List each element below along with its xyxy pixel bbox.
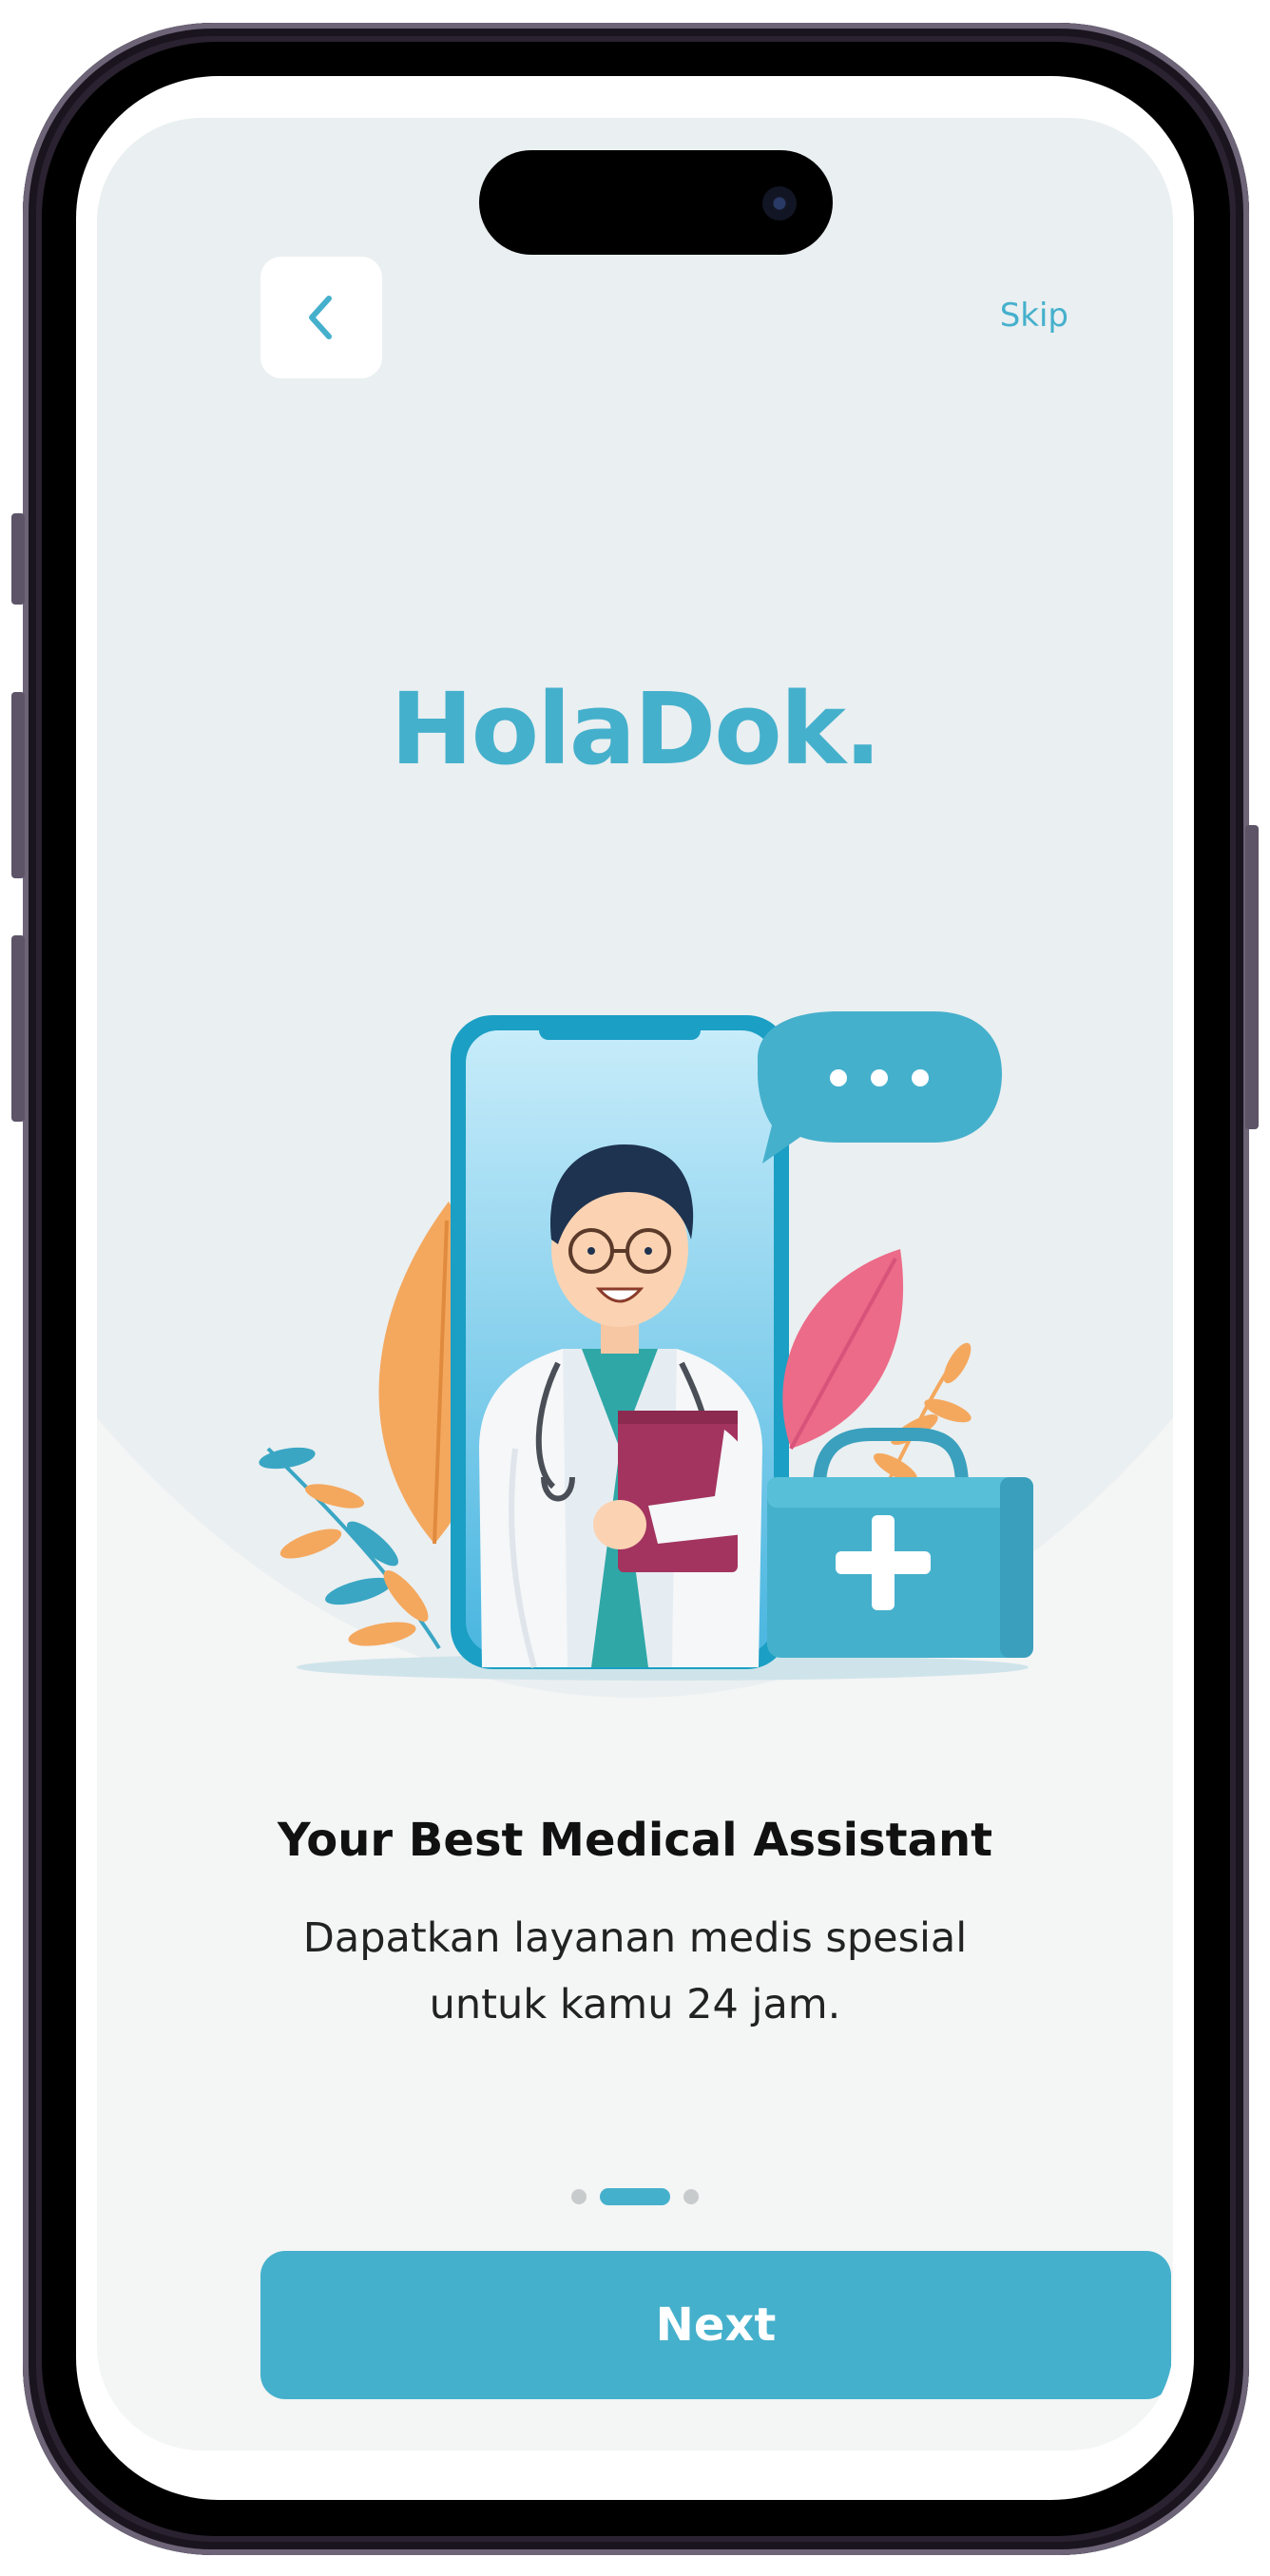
doctor-illustration: [259, 1011, 1033, 1681]
skip-link[interactable]: Skip: [1000, 297, 1068, 335]
brand-logo: HolaDok.: [390, 671, 882, 787]
onboarding-title: Your Best Medical Assistant: [277, 1814, 993, 1867]
volume-up-button: [11, 692, 25, 878]
power-button: [1245, 825, 1259, 1129]
page-indicator: [97, 2188, 1173, 2205]
page-dot-1[interactable]: [571, 2189, 587, 2204]
dynamic-island: [479, 150, 833, 255]
front-camera: [762, 186, 797, 221]
onboarding-screen: Skip HolaDok. Your Best Medical Assistan…: [97, 118, 1173, 2451]
page-dot-3[interactable]: [683, 2189, 699, 2204]
chat-bubble-icon: [758, 1011, 1002, 1163]
next-button[interactable]: Next: [260, 2251, 1171, 2399]
action-button: [11, 513, 25, 605]
volume-down-button: [11, 935, 25, 1122]
chevron-left-icon: [309, 296, 332, 339]
device-screen: Skip HolaDok. Your Best Medical Assistan…: [76, 76, 1194, 2500]
onboarding-subtitle: Dapatkan layanan medis spesial untuk kam…: [302, 1914, 968, 2028]
page-dot-2-active[interactable]: [600, 2188, 670, 2205]
back-button[interactable]: [260, 257, 382, 378]
